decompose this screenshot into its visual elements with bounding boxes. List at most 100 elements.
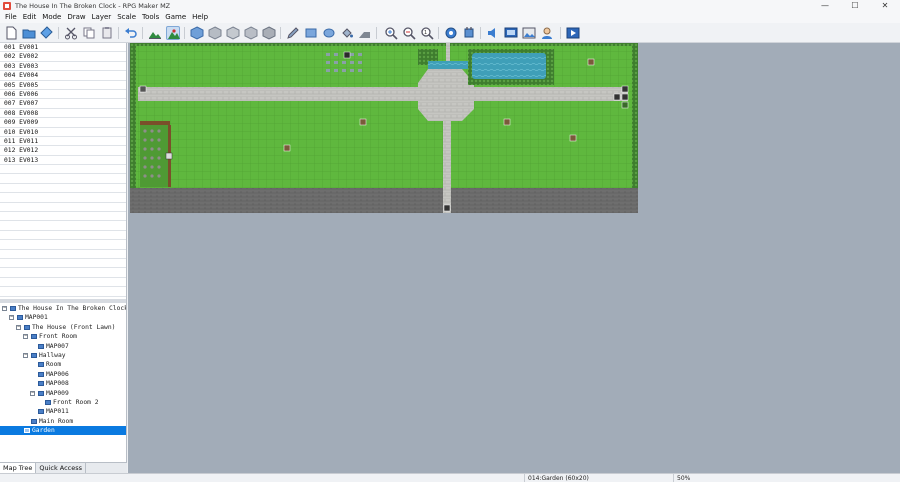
database-icon[interactable] bbox=[444, 26, 458, 40]
tab-map-tree[interactable]: Map Tree bbox=[0, 463, 37, 473]
event-marker[interactable] bbox=[621, 93, 629, 101]
ellipse-tool-icon[interactable] bbox=[322, 26, 336, 40]
minimize-button[interactable]: — bbox=[810, 0, 840, 11]
layer-c-icon[interactable] bbox=[226, 26, 240, 40]
expander-icon[interactable]: − bbox=[30, 390, 35, 396]
event-row[interactable]: 004 EV004 bbox=[0, 71, 126, 81]
tree-item[interactable]: MAP006 bbox=[0, 370, 126, 379]
tree-item[interactable]: MAP007 bbox=[0, 342, 126, 351]
empty-row[interactable] bbox=[0, 250, 126, 259]
expander-icon[interactable]: − bbox=[2, 306, 7, 311]
event-marker[interactable] bbox=[165, 152, 173, 160]
menu-draw[interactable]: Draw bbox=[64, 13, 88, 21]
map-view[interactable] bbox=[130, 43, 638, 213]
maximize-button[interactable]: ☐ bbox=[840, 0, 870, 11]
event-marker[interactable] bbox=[139, 85, 147, 93]
event-marker[interactable] bbox=[443, 204, 451, 212]
event-row[interactable]: 011 EV011 bbox=[0, 137, 126, 147]
tree-item[interactable]: MAP011 bbox=[0, 407, 126, 416]
map-mode-icon[interactable] bbox=[148, 26, 162, 40]
empty-row[interactable] bbox=[0, 174, 126, 184]
rectangle-tool-icon[interactable] bbox=[304, 26, 318, 40]
event-marker[interactable] bbox=[621, 101, 629, 109]
layer-d-icon[interactable] bbox=[244, 26, 258, 40]
undo-icon[interactable] bbox=[124, 26, 138, 40]
tree-item[interactable]: − The House (Front Lawn) bbox=[0, 323, 126, 332]
close-button[interactable]: ✕ bbox=[870, 0, 900, 11]
event-marker[interactable] bbox=[283, 144, 291, 152]
event-row[interactable]: 009 EV009 bbox=[0, 118, 126, 128]
open-project-icon[interactable] bbox=[22, 26, 36, 40]
tree-item[interactable]: Main Room bbox=[0, 417, 126, 426]
layer-a-icon[interactable] bbox=[190, 26, 204, 40]
event-mode-icon[interactable] bbox=[166, 26, 180, 40]
event-row[interactable]: 013 EV013 bbox=[0, 156, 126, 166]
tree-item[interactable]: Front Room 2 bbox=[0, 398, 126, 407]
empty-row[interactable] bbox=[0, 184, 126, 194]
tree-item[interactable]: − The House In The Broken Clock bbox=[0, 304, 126, 313]
new-project-icon[interactable] bbox=[4, 26, 18, 40]
event-row[interactable]: 010 EV010 bbox=[0, 128, 126, 137]
event-row[interactable]: 005 EV005 bbox=[0, 81, 126, 90]
playtest-icon[interactable] bbox=[566, 26, 580, 40]
menu-help[interactable]: Help bbox=[189, 13, 211, 21]
plugin-manager-icon[interactable] bbox=[462, 26, 476, 40]
empty-row[interactable] bbox=[0, 221, 126, 231]
event-row[interactable]: 008 EV008 bbox=[0, 109, 126, 119]
empty-row[interactable] bbox=[0, 212, 126, 222]
event-row[interactable]: 003 EV003 bbox=[0, 62, 126, 72]
menu-mode[interactable]: Mode bbox=[39, 13, 64, 21]
expander-icon[interactable]: − bbox=[9, 315, 14, 321]
pencil-icon[interactable] bbox=[286, 26, 300, 40]
menu-file[interactable]: File bbox=[2, 13, 20, 21]
event-marker[interactable] bbox=[343, 51, 351, 59]
menu-tools[interactable]: Tools bbox=[139, 13, 162, 21]
event-marker[interactable] bbox=[359, 118, 367, 126]
menu-layer[interactable]: Layer bbox=[89, 13, 115, 21]
layer-r-icon[interactable] bbox=[262, 26, 276, 40]
empty-row[interactable] bbox=[0, 287, 126, 297]
menu-edit[interactable]: Edit bbox=[20, 13, 40, 21]
shadow-pen-icon[interactable] bbox=[358, 26, 372, 40]
tree-item[interactable]: Garden bbox=[0, 426, 126, 436]
paste-icon[interactable] bbox=[100, 26, 114, 40]
empty-row[interactable] bbox=[0, 203, 126, 213]
event-row[interactable]: 007 EV007 bbox=[0, 99, 126, 109]
empty-row[interactable] bbox=[0, 165, 126, 175]
event-marker[interactable] bbox=[569, 134, 577, 142]
flood-fill-icon[interactable] bbox=[340, 26, 354, 40]
empty-row[interactable] bbox=[0, 240, 126, 250]
resource-manager-icon[interactable] bbox=[522, 26, 536, 40]
zoom-out-icon[interactable] bbox=[402, 26, 416, 40]
panel-splitter[interactable] bbox=[0, 299, 126, 303]
event-row[interactable]: 002 EV002 bbox=[0, 52, 126, 62]
menu-game[interactable]: Game bbox=[162, 13, 189, 21]
menu-scale[interactable]: Scale bbox=[114, 13, 139, 21]
copy-icon[interactable] bbox=[82, 26, 96, 40]
tree-item[interactable]: Room bbox=[0, 360, 126, 369]
expander-icon[interactable]: − bbox=[23, 352, 28, 358]
tree-item[interactable]: − MAP009 bbox=[0, 389, 126, 398]
event-marker[interactable] bbox=[587, 58, 595, 66]
event-row[interactable]: 012 EV012 bbox=[0, 146, 126, 156]
sound-test-icon[interactable] bbox=[486, 26, 500, 40]
empty-row[interactable] bbox=[0, 268, 126, 278]
map-canvas[interactable] bbox=[128, 43, 900, 473]
zoom-in-icon[interactable] bbox=[384, 26, 398, 40]
empty-row[interactable] bbox=[0, 259, 126, 269]
event-marker[interactable] bbox=[503, 118, 511, 126]
event-searcher-icon[interactable] bbox=[504, 26, 518, 40]
expander-icon[interactable]: − bbox=[16, 324, 21, 330]
cut-icon[interactable] bbox=[64, 26, 78, 40]
tab-quick-access[interactable]: Quick Access bbox=[36, 463, 87, 473]
character-generator-icon[interactable] bbox=[540, 26, 554, 40]
event-marker[interactable] bbox=[613, 93, 621, 101]
empty-row[interactable] bbox=[0, 193, 126, 203]
tree-item[interactable]: − Front Room bbox=[0, 332, 126, 341]
empty-row[interactable] bbox=[0, 278, 126, 288]
layer-b-icon[interactable] bbox=[208, 26, 222, 40]
tree-item[interactable]: − Hallway bbox=[0, 351, 126, 360]
tree-item[interactable]: − MAP001 bbox=[0, 313, 126, 322]
event-row[interactable]: 006 EV006 bbox=[0, 90, 126, 100]
event-marker[interactable] bbox=[621, 85, 629, 93]
